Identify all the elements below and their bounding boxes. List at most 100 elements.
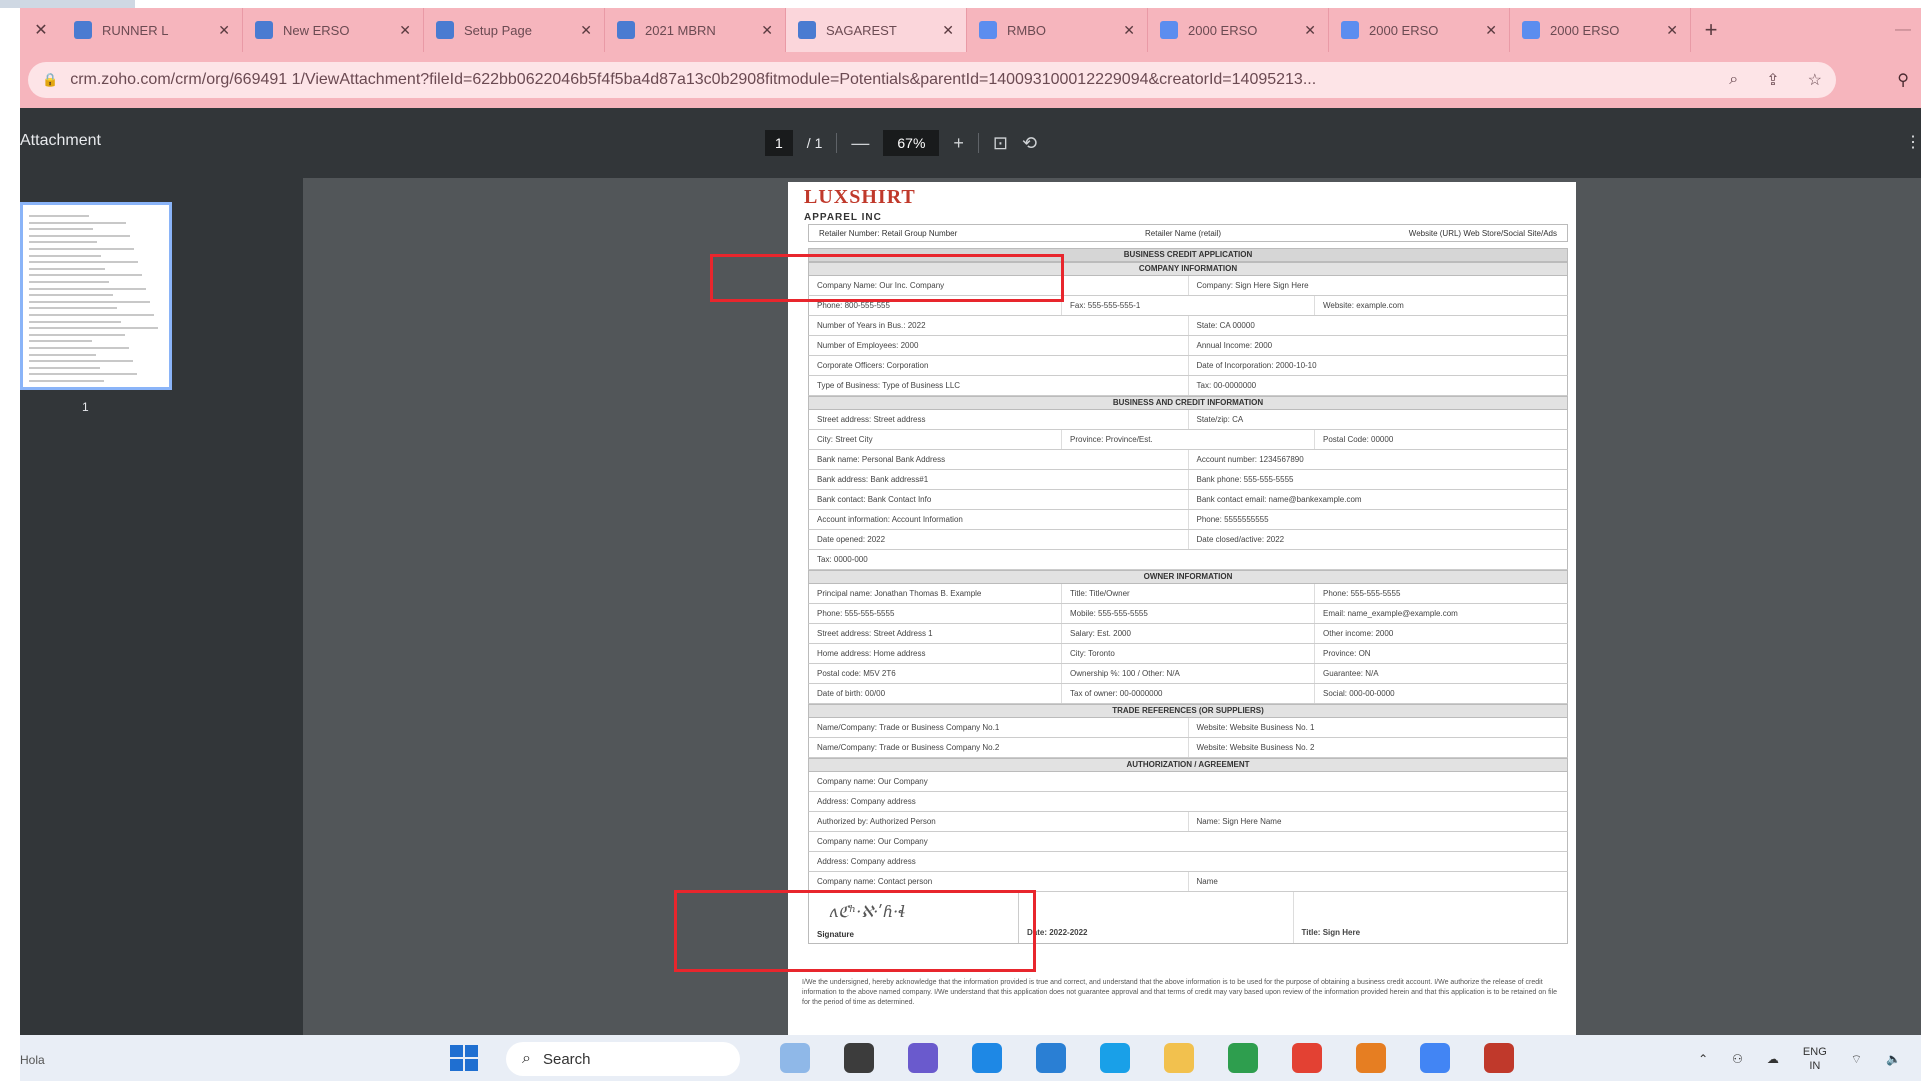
tab-favicon-icon bbox=[1522, 21, 1540, 39]
bookmark-star-icon[interactable]: ☆ bbox=[1808, 70, 1822, 90]
tab-favicon-icon bbox=[798, 21, 816, 39]
extensions-icon[interactable]: ⚲ bbox=[1897, 70, 1909, 90]
annotation-box-signature bbox=[674, 890, 1036, 972]
chrome-icon[interactable] bbox=[1228, 1043, 1258, 1073]
new-tab-button[interactable]: + bbox=[1691, 8, 1731, 52]
system-tray: ⌃ ⚇ ☁ ENG IN ⌔ 🔈 bbox=[1698, 1045, 1901, 1073]
page-thumbnail[interactable] bbox=[20, 202, 172, 390]
store-icon[interactable] bbox=[972, 1043, 1002, 1073]
browser-tab[interactable]: 2021 MBRN ✕ bbox=[605, 8, 786, 52]
tab-favicon-icon bbox=[1160, 21, 1178, 39]
tab-close-icon[interactable]: ✕ bbox=[1666, 22, 1678, 39]
divider bbox=[977, 133, 979, 153]
fit-page-icon[interactable]: ⊡ bbox=[993, 133, 1008, 154]
thumbnail-line bbox=[29, 380, 104, 382]
form-cell: Website: Website Business No. 2 bbox=[1196, 743, 1315, 752]
folder-icon[interactable] bbox=[1164, 1043, 1194, 1073]
browser-tab[interactable]: 2000 ERSO ✕ bbox=[1329, 8, 1510, 52]
thumbnail-line bbox=[29, 353, 96, 356]
thumbnail-sidebar: 1 bbox=[20, 178, 303, 1035]
zoom-out-icon[interactable]: — bbox=[851, 133, 869, 154]
form-cell: Email: name_example@example.com bbox=[1323, 609, 1458, 618]
page-number-input[interactable]: 1 bbox=[765, 130, 793, 156]
browser-tab[interactable]: Setup Page ✕ bbox=[424, 8, 605, 52]
form-cell: Name: Sign Here Name bbox=[1196, 817, 1282, 826]
tab-close-icon[interactable]: ✕ bbox=[761, 22, 773, 39]
windows-taskbar: Hola ⌕ Search ⌃ ⚇ ☁ ENG IN ⌔ 🔈 bbox=[20, 1035, 1921, 1081]
teams-icon[interactable]: ⚇ bbox=[1732, 1052, 1743, 1066]
chrome-alt-icon[interactable] bbox=[1420, 1043, 1450, 1073]
url-text[interactable]: crm.zoho.com/crm/org/669491 1/ViewAttach… bbox=[70, 71, 1701, 89]
form-row: Number of Years in Bus.: 2022 State: CA 0… bbox=[808, 316, 1568, 336]
form-row: City: Street City Province: Province/Est.… bbox=[808, 430, 1568, 450]
thumbnail-line bbox=[29, 267, 105, 270]
form-cell: Mobile: 555-555-5555 bbox=[1062, 604, 1315, 623]
thumbnail-line bbox=[29, 307, 117, 310]
pdf-title: Attachment bbox=[20, 132, 101, 149]
close-icon[interactable]: ✕ bbox=[20, 8, 62, 52]
browser-tab[interactable]: RUNNER L ✕ bbox=[62, 8, 243, 52]
chrome-profile-icon[interactable] bbox=[1292, 1043, 1322, 1073]
browser-tab[interactable]: SAGAREST ✕ bbox=[786, 8, 967, 52]
form-cell: Tax: 00-0000000 bbox=[1196, 381, 1257, 390]
taskbar-search[interactable]: ⌕ Search bbox=[506, 1042, 740, 1076]
tab-close-icon[interactable]: ✕ bbox=[1123, 22, 1135, 39]
form-cell: Postal code: M5V 2T6 bbox=[809, 664, 1062, 683]
onedrive-icon[interactable]: ☁ bbox=[1767, 1052, 1779, 1066]
form-section-heading: BUSINESS AND CREDIT INFORMATION bbox=[808, 396, 1568, 410]
search-icon[interactable]: ⌕ bbox=[1729, 71, 1738, 89]
form-row: Date of birth: 00/00 Tax of owner: 00-000… bbox=[808, 684, 1568, 704]
form-cell: Date of Incorporation: 2000-10-10 bbox=[1196, 361, 1317, 370]
tab-close-icon[interactable]: ✕ bbox=[1485, 22, 1497, 39]
form-cell: Account information: Account Information bbox=[809, 510, 1189, 529]
tab-close-icon[interactable]: ✕ bbox=[399, 22, 411, 39]
form-cell: Annual Income: 2000 bbox=[1196, 341, 1273, 350]
windows-start-icon[interactable] bbox=[450, 1045, 480, 1073]
address-bar[interactable]: 🔒 crm.zoho.com/crm/org/669491 1/ViewAtta… bbox=[28, 62, 1836, 98]
skype-icon[interactable] bbox=[1100, 1043, 1130, 1073]
form-cell: Social: 000-00-0000 bbox=[1323, 689, 1395, 698]
form-row: Bank address: Bank address#1 Bank phone: … bbox=[808, 470, 1568, 490]
tab-label: 2000 ERSO bbox=[1369, 22, 1439, 38]
signature-date: Date: 2022-2022 bbox=[1019, 892, 1294, 943]
chevron-up-icon[interactable]: ⌃ bbox=[1698, 1052, 1708, 1066]
browser-tab[interactable]: New ERSO ✕ bbox=[243, 8, 424, 52]
zoom-in-icon[interactable]: + bbox=[953, 133, 964, 154]
tab-favicon-icon bbox=[1341, 21, 1359, 39]
tab-close-icon[interactable]: ✕ bbox=[580, 22, 592, 39]
zoom-input[interactable]: 67% bbox=[883, 130, 940, 156]
thumbnail-line bbox=[29, 287, 146, 290]
filezilla-icon[interactable] bbox=[1484, 1043, 1514, 1073]
share-icon[interactable]: ⇪ bbox=[1766, 70, 1779, 90]
form-row: Type of Business: Type of Business LLC Ta… bbox=[808, 376, 1568, 396]
volume-icon[interactable]: 🔈 bbox=[1886, 1052, 1901, 1066]
sublime-icon[interactable] bbox=[1356, 1043, 1386, 1073]
form-row: Address: Company address bbox=[808, 792, 1568, 812]
form-cell: Bank phone: 555-555-5555 bbox=[1196, 475, 1294, 484]
minimize-icon[interactable]: — bbox=[1895, 21, 1911, 39]
browser-tab[interactable]: RMBO ✕ bbox=[967, 8, 1148, 52]
tab-label: 2000 ERSO bbox=[1550, 22, 1620, 38]
browser-tab[interactable]: 2000 ERSO ✕ bbox=[1510, 8, 1691, 52]
lock-icon[interactable]: 🔒 bbox=[42, 72, 58, 88]
widgets-icon[interactable] bbox=[780, 1043, 810, 1073]
chat-icon[interactable] bbox=[908, 1043, 938, 1073]
tab-close-icon[interactable]: ✕ bbox=[1304, 22, 1316, 39]
form-row: Company name: Contact person Name bbox=[808, 872, 1568, 892]
form-row: Company name: Our Company bbox=[808, 832, 1568, 852]
language-indicator[interactable]: ENG IN bbox=[1803, 1045, 1827, 1073]
vscode-icon[interactable] bbox=[1036, 1043, 1066, 1073]
thumbnail-line bbox=[29, 261, 138, 264]
rotate-icon[interactable]: ⟲ bbox=[1022, 133, 1037, 154]
tab-label: 2000 ERSO bbox=[1188, 22, 1258, 38]
file-manager-icon[interactable] bbox=[844, 1043, 874, 1073]
thumbnail-line bbox=[29, 327, 158, 330]
tab-close-icon[interactable]: ✕ bbox=[942, 22, 954, 39]
tab-close-icon[interactable]: ✕ bbox=[218, 22, 230, 39]
thumbnail-line bbox=[29, 228, 93, 231]
form-cell: State: CA 00000 bbox=[1196, 321, 1255, 330]
wifi-icon[interactable]: ⌔ bbox=[1851, 1052, 1862, 1067]
more-icon[interactable]: ⋮ bbox=[1905, 132, 1921, 152]
tab-label: New ERSO bbox=[283, 22, 350, 38]
browser-tab[interactable]: 2000 ERSO ✕ bbox=[1148, 8, 1329, 52]
